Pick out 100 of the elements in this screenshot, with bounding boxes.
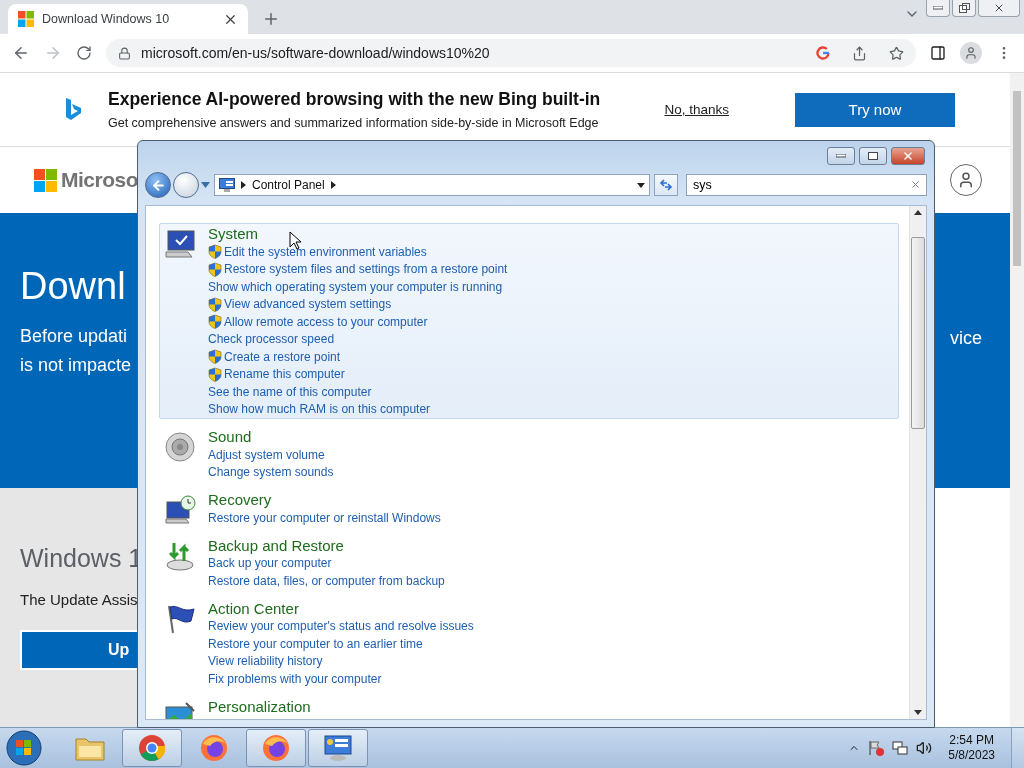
refresh-icon <box>659 179 673 191</box>
browser-tab[interactable]: Download Windows 10 <box>8 4 248 34</box>
close-icon <box>902 150 914 162</box>
breadcrumb-item[interactable]: Control Panel <box>252 178 325 192</box>
bing-logo-icon <box>64 97 82 122</box>
flag-error-icon[interactable] <box>868 740 885 756</box>
result-group[interactable] <box>159 223 899 419</box>
dismiss-link[interactable]: No, thanks <box>664 102 729 117</box>
category-title[interactable]: Backup and Restore <box>208 536 445 555</box>
address-bar[interactable]: microsoft.com/en-us/software-download/windows10%20 <box>106 39 916 67</box>
back-icon <box>150 177 166 193</box>
result-group[interactable]: Personalization <box>159 695 899 719</box>
bookmark-icon[interactable] <box>889 45 904 61</box>
task-link[interactable]: Fix problems with your computer <box>208 671 382 686</box>
scroll-up-icon[interactable] <box>914 210 922 215</box>
shield-icon <box>208 349 222 365</box>
taskbar-button[interactable] <box>122 729 182 767</box>
new-tab-icon[interactable] <box>262 10 280 28</box>
category-title[interactable]: Recovery <box>208 491 441 509</box>
shield-icon <box>208 261 222 277</box>
task-link[interactable]: See the name of this computer <box>208 384 372 399</box>
tab-title: Download Windows 10 <box>42 12 171 26</box>
task-link[interactable]: Allow remote access to your computer <box>224 314 428 329</box>
browser-icon <box>138 734 166 762</box>
shield-icon <box>208 366 222 382</box>
result-group[interactable]: Action Center Review your computer's status and resolve issues Restore your computer to an earlier time View reliability history Fix problems with your computer <box>159 597 899 689</box>
task-link[interactable]: Restore data, files, or computer from backup <box>208 573 445 588</box>
page-scrollbar[interactable] <box>1010 73 1024 727</box>
volume-icon[interactable] <box>916 740 933 756</box>
share-icon[interactable] <box>852 45 867 61</box>
side-panel-icon[interactable] <box>930 45 946 61</box>
try-now-button[interactable]: Try now <box>795 92 955 127</box>
address-field[interactable]: Control Panel <box>214 174 650 196</box>
banner-subtitle: Get comprehensive answers and summarized information side-by-side in Microsoft Edge <box>108 116 600 130</box>
restore-button[interactable] <box>952 0 976 17</box>
folder-icon <box>75 735 105 761</box>
hero-text: vice <box>950 327 983 350</box>
task-link[interactable]: Restore your computer to an earlier time <box>208 636 423 651</box>
category-title[interactable]: System <box>208 225 508 243</box>
shield-icon <box>208 314 222 330</box>
category-title[interactable]: Action Center <box>208 599 474 618</box>
category-title[interactable]: Sound <box>208 428 334 446</box>
computer-icon <box>164 228 196 260</box>
maximize-button[interactable] <box>859 147 887 165</box>
hero-title: Downl <box>20 265 127 308</box>
clear-icon[interactable] <box>910 179 921 190</box>
reload-icon[interactable] <box>76 45 92 61</box>
taskbar-button[interactable] <box>246 729 306 767</box>
start-button[interactable] <box>4 729 44 767</box>
section-text: The Update Assis <box>20 591 137 608</box>
task-link[interactable]: Adjust system volume <box>208 447 325 462</box>
control-panel-icon <box>323 734 353 762</box>
task-link[interactable]: Restore your computer or reinstall Windows <box>208 510 441 525</box>
computer-clock-icon <box>164 494 196 526</box>
google-icon[interactable] <box>816 46 830 60</box>
restore-icon <box>958 3 970 13</box>
back-button[interactable] <box>145 172 171 198</box>
task-link[interactable]: Show how much RAM is on this computer <box>208 402 431 417</box>
breadcrumb-arrow-icon <box>241 181 246 189</box>
shield-icon <box>208 296 222 312</box>
dropdown-arrow-icon[interactable] <box>637 182 645 188</box>
task-link[interactable]: View reliability history <box>208 654 323 669</box>
back-icon[interactable] <box>12 44 30 62</box>
task-link[interactable]: Show which operating system your computer is running <box>208 279 503 294</box>
hero-text: is not impacte <box>20 354 133 377</box>
browser-icon <box>262 734 290 762</box>
task-link[interactable]: Rename this computer <box>224 367 345 382</box>
clock-date: 5/8/2023 <box>948 748 995 763</box>
person-icon <box>964 46 978 60</box>
result-group[interactable]: Backup and Restore Back up your computer Restore data, files, or computer from backup <box>159 534 899 591</box>
shield-icon <box>208 244 222 260</box>
task-link[interactable]: Review your computer's status and resolve issues <box>208 619 474 634</box>
result-group[interactable]: Sound Adjust system volume Change system sounds <box>159 426 899 482</box>
category-title[interactable]: Personalization <box>208 697 311 716</box>
scrollbar[interactable] <box>909 206 926 719</box>
profile-button[interactable] <box>960 42 982 64</box>
result-group[interactable]: Recovery Restore your computer or reinstall Windows <box>159 489 899 528</box>
history-dropdown-icon[interactable] <box>201 182 210 188</box>
task-link[interactable]: Change system sounds <box>208 465 334 480</box>
search-field[interactable]: sys <box>686 174 927 196</box>
refresh-button[interactable] <box>654 174 678 196</box>
taskbar-button[interactable] <box>308 729 368 767</box>
clock[interactable]: 2:54 PM 5/8/2023 <box>948 733 995 763</box>
scroll-down-icon[interactable] <box>914 710 922 715</box>
lock-icon <box>118 46 131 60</box>
task-link[interactable]: Back up your computer <box>208 556 332 571</box>
windows-logo-icon <box>18 11 34 27</box>
network-icon[interactable] <box>892 740 909 756</box>
minimize-icon <box>836 154 846 158</box>
control-panel-icon <box>219 178 235 192</box>
minimize-icon <box>933 6 943 10</box>
breadcrumb-arrow-icon <box>330 181 336 189</box>
task-link[interactable]: Check processor speed <box>208 332 335 347</box>
task-link[interactable]: Create a restore point <box>224 349 341 364</box>
task-link[interactable]: View advanced system settings <box>224 297 392 312</box>
forward-button[interactable] <box>173 172 199 198</box>
url-text: microsoft.com/en-us/software-download/windows10%20 <box>141 45 491 61</box>
task-link[interactable]: Restore system files and settings from a restore point <box>224 262 508 277</box>
task-link[interactable]: Edit the system environment variables <box>224 244 427 259</box>
update-button[interactable]: Up <box>20 630 140 670</box>
